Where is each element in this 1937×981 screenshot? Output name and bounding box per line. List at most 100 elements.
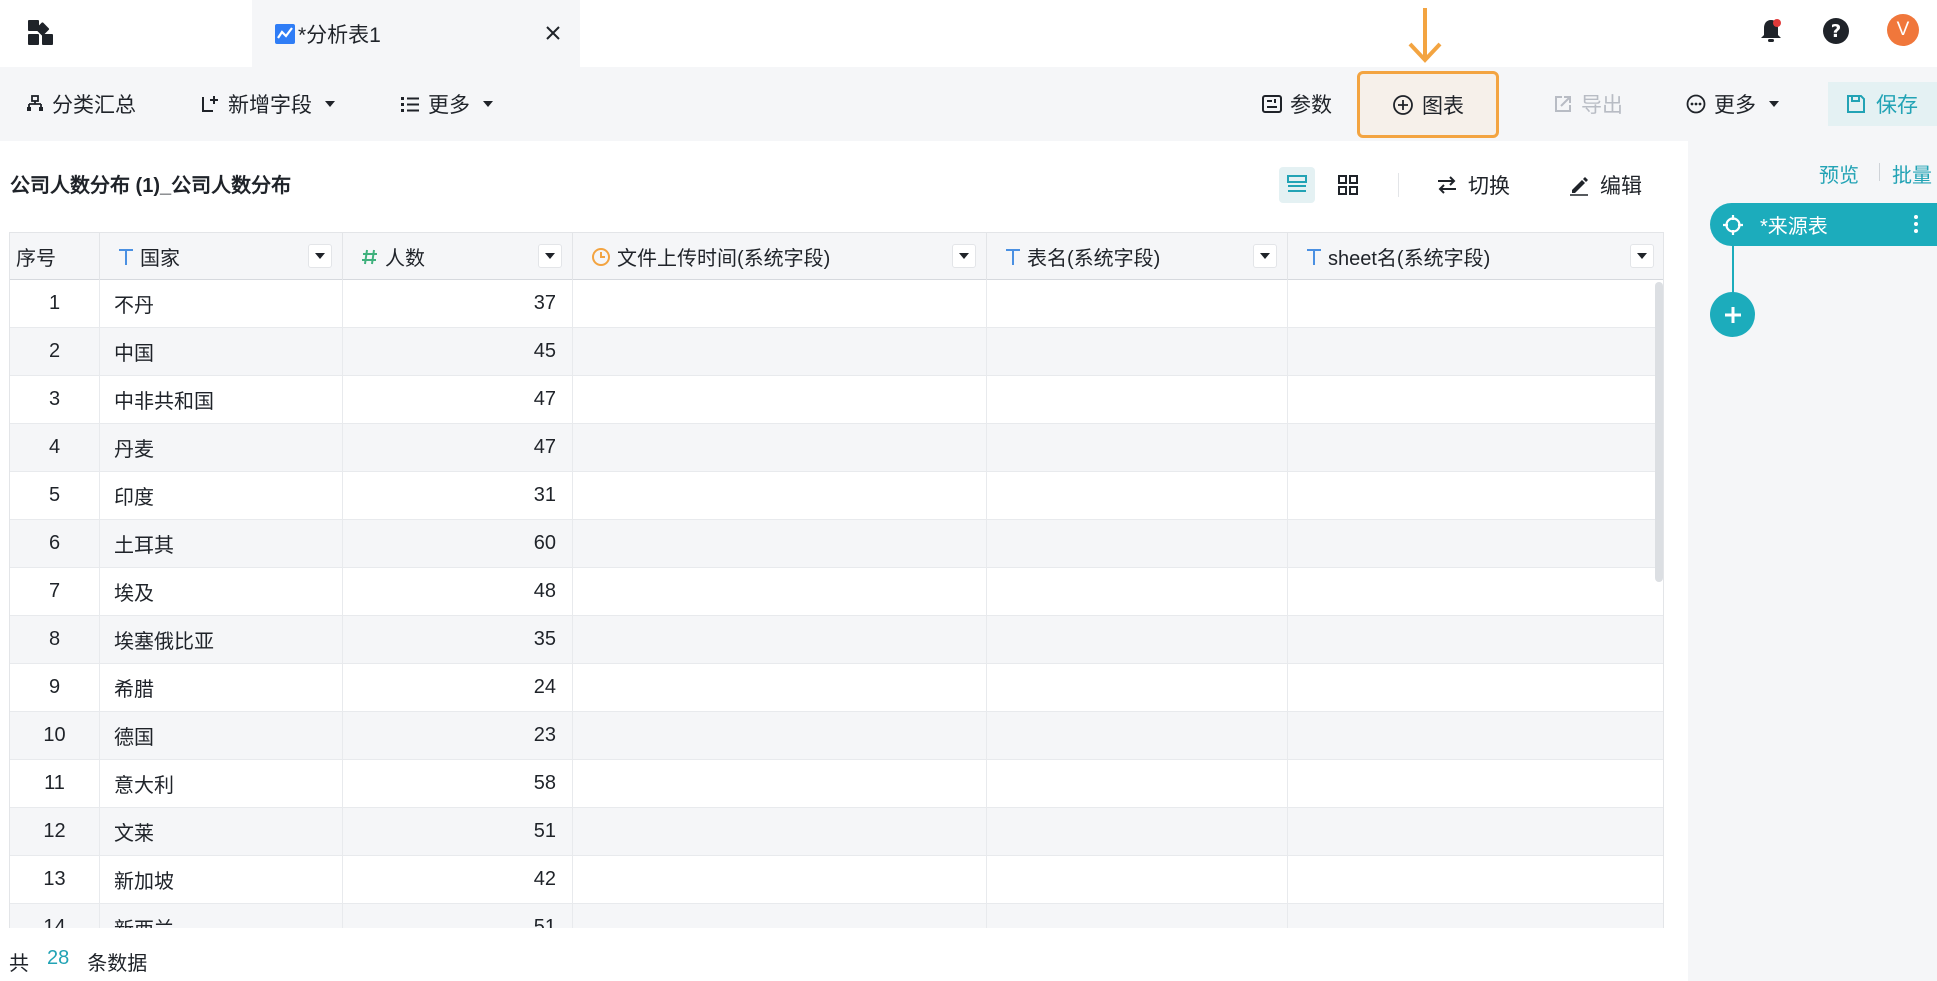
cell-upload-time[interactable] [573, 616, 987, 663]
cell-count[interactable]: 42 [343, 856, 573, 903]
cell-sheet-name[interactable] [1288, 808, 1663, 855]
cell-count[interactable]: 23 [343, 712, 573, 759]
dropdown-icon[interactable] [1253, 244, 1277, 268]
switch-button[interactable]: 切换 [1436, 167, 1510, 203]
table-row[interactable]: 4 丹麦 47 [10, 424, 1663, 472]
kebab-icon[interactable] [1913, 213, 1919, 235]
grid-view-toggle[interactable] [1330, 167, 1366, 203]
cell-upload-time[interactable] [573, 808, 987, 855]
cell-index[interactable]: 10 [10, 712, 100, 759]
cell-table-name[interactable] [987, 760, 1288, 807]
tab-analysis-sheet[interactable]: *分析表1 [252, 0, 580, 67]
cell-sheet-name[interactable] [1288, 424, 1663, 471]
table-row[interactable]: 3 中非共和国 47 [10, 376, 1663, 424]
cell-table-name[interactable] [987, 568, 1288, 615]
cell-sheet-name[interactable] [1288, 712, 1663, 759]
table-row[interactable]: 14新西兰51 [10, 904, 1663, 928]
table-row[interactable]: 9 希腊 24 [10, 664, 1663, 712]
cell-country[interactable]: 土耳其 [100, 520, 343, 567]
cell-index[interactable]: 6 [10, 520, 100, 567]
close-icon[interactable] [536, 16, 570, 50]
column-header-sheet-name[interactable]: sheet名(系统字段) [1288, 233, 1663, 280]
cell-table-name[interactable] [987, 856, 1288, 903]
cell-country[interactable]: 不丹 [100, 280, 343, 327]
cell-count[interactable]: 31 [343, 472, 573, 519]
table-row[interactable]: 5 印度 31 [10, 472, 1663, 520]
cell-count[interactable]: 58 [343, 760, 573, 807]
cell-table-name[interactable] [987, 520, 1288, 567]
cell-index[interactable]: 2 [10, 328, 100, 375]
dropdown-icon[interactable] [538, 244, 562, 268]
cell-upload-time[interactable] [573, 376, 987, 423]
cell-sheet-name[interactable] [1288, 376, 1663, 423]
column-header-table-name[interactable]: 表名(系统字段) [987, 233, 1288, 280]
table-row[interactable]: 6 土耳其 60 [10, 520, 1663, 568]
cell-table-name[interactable] [987, 616, 1288, 663]
cell-index[interactable]: 3 [10, 376, 100, 423]
more-left-button[interactable]: 更多 [400, 67, 494, 141]
column-header-index[interactable]: 序号 [10, 233, 100, 280]
cell-sheet-name[interactable] [1288, 856, 1663, 903]
export-button[interactable]: 导出 [1553, 67, 1623, 141]
cell-sheet-name[interactable] [1288, 760, 1663, 807]
cell-country[interactable]: 新西兰 [100, 904, 343, 928]
cell-country[interactable]: 意大利 [100, 760, 343, 807]
cell-country[interactable]: 埃塞俄比亚 [100, 616, 343, 663]
cell-sheet-name[interactable] [1288, 904, 1663, 928]
cell-upload-time[interactable] [573, 520, 987, 567]
cell-country[interactable]: 德国 [100, 712, 343, 759]
cell-sheet-name[interactable] [1288, 472, 1663, 519]
table-row[interactable]: 8 埃塞俄比亚 35 [10, 616, 1663, 664]
cell-index[interactable]: 7 [10, 568, 100, 615]
column-header-upload-time[interactable]: 文件上传时间(系统字段) [573, 233, 987, 280]
table-row[interactable]: 2 中国 45 [10, 328, 1663, 376]
cell-upload-time[interactable] [573, 664, 987, 711]
source-table-node[interactable]: *来源表 [1710, 203, 1937, 246]
cell-count[interactable]: 51 [343, 808, 573, 855]
preview-link[interactable]: 预览 [1819, 159, 1859, 188]
table-row[interactable]: 12 文莱 51 [10, 808, 1663, 856]
cell-sheet-name[interactable] [1288, 616, 1663, 663]
add-field-button[interactable]: 新增字段 [200, 67, 336, 141]
cell-upload-time[interactable] [573, 904, 987, 928]
table-row[interactable]: 7 埃及 48 [10, 568, 1663, 616]
column-header-count[interactable]: 人数 [343, 233, 573, 280]
cell-country[interactable]: 希腊 [100, 664, 343, 711]
cell-table-name[interactable] [987, 664, 1288, 711]
cell-sheet-name[interactable] [1288, 664, 1663, 711]
bell-icon[interactable] [1754, 14, 1788, 48]
cell-count[interactable]: 37 [343, 280, 573, 327]
column-header-country[interactable]: 国家 [100, 233, 343, 280]
avatar[interactable]: V [1887, 14, 1919, 46]
cell-index[interactable]: 1 [10, 280, 100, 327]
table-row[interactable]: 10 德国 23 [10, 712, 1663, 760]
cell-index[interactable]: 14 [10, 904, 100, 928]
group-summary-button[interactable]: 分类汇总 [26, 67, 136, 141]
cell-index[interactable]: 8 [10, 616, 100, 663]
dropdown-icon[interactable] [1630, 244, 1654, 268]
table-row[interactable]: 1 不丹 37 [10, 280, 1663, 328]
add-step-button[interactable] [1710, 292, 1755, 337]
params-button[interactable]: 参数 [1262, 67, 1332, 141]
cell-country[interactable]: 印度 [100, 472, 343, 519]
cell-count[interactable]: 47 [343, 376, 573, 423]
cell-index[interactable]: 13 [10, 856, 100, 903]
cell-country[interactable]: 丹麦 [100, 424, 343, 471]
dropdown-icon[interactable] [308, 244, 332, 268]
cell-sheet-name[interactable] [1288, 280, 1663, 327]
cell-index[interactable]: 12 [10, 808, 100, 855]
cell-upload-time[interactable] [573, 760, 987, 807]
cell-index[interactable]: 5 [10, 472, 100, 519]
save-button[interactable]: 保存 [1828, 82, 1937, 126]
cell-table-name[interactable] [987, 712, 1288, 759]
cell-country[interactable]: 中国 [100, 328, 343, 375]
cell-upload-time[interactable] [573, 856, 987, 903]
dropdown-icon[interactable] [952, 244, 976, 268]
cell-count[interactable]: 60 [343, 520, 573, 567]
edit-button[interactable]: 编辑 [1568, 167, 1642, 203]
cell-table-name[interactable] [987, 328, 1288, 375]
cell-upload-time[interactable] [573, 712, 987, 759]
apps-icon[interactable] [22, 14, 60, 52]
cell-index[interactable]: 4 [10, 424, 100, 471]
cell-upload-time[interactable] [573, 328, 987, 375]
